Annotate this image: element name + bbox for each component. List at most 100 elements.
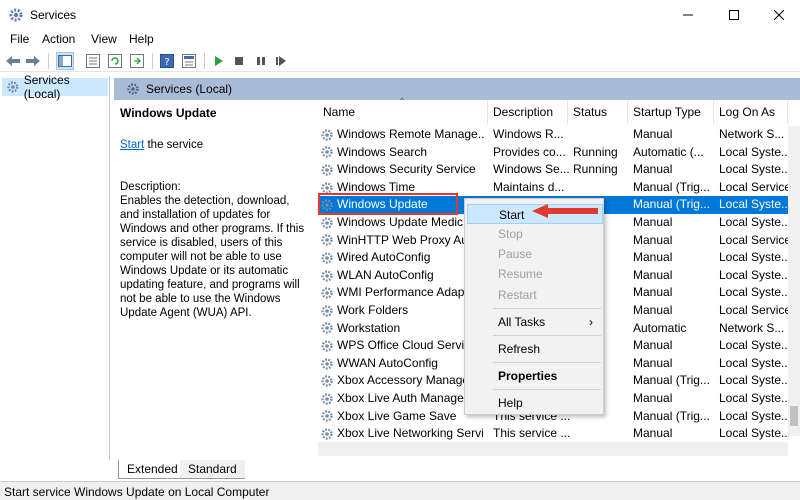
service-gear-icon	[321, 393, 333, 405]
annotation-highlight-box	[318, 193, 458, 215]
service-startup-cell: Manual	[633, 285, 673, 300]
vertical-scrollbar[interactable]	[788, 126, 800, 436]
tab-standard[interactable]: Standard	[180, 460, 245, 479]
horizontal-scrollbar[interactable]	[318, 442, 788, 456]
console-button[interactable]	[180, 52, 198, 70]
column-header-startup-type[interactable]: Startup Type	[628, 100, 714, 124]
service-description-cell: This service ...	[493, 426, 571, 441]
service-startup-cell: Manual (Trig...	[633, 408, 710, 423]
table-row[interactable]: Windows Security Service Windows Se... Run…	[318, 161, 789, 179]
show-hide-console-tree-button[interactable]	[56, 52, 74, 70]
chevron-right-icon: ›	[589, 315, 593, 329]
properties-icon	[86, 54, 100, 68]
sort-ascending-icon: ⌃	[398, 97, 407, 108]
start-service-link[interactable]: Start	[120, 139, 144, 151]
forward-button[interactable]	[24, 52, 42, 70]
service-startup-cell: Automatic (...	[633, 144, 704, 159]
context-menu-help[interactable]: Help	[467, 393, 603, 413]
restart-service-icon	[276, 56, 286, 66]
context-menu-separator	[493, 335, 601, 336]
menu-help[interactable]: Help	[129, 32, 154, 46]
pause-service-icon	[257, 57, 265, 65]
table-row[interactable]: Windows Search Provides co... Running Autom…	[318, 144, 789, 162]
service-startup-cell: Manual	[633, 127, 673, 141]
service-name-cell: WPS Office Cloud Service	[320, 337, 484, 355]
description-label: Description:	[120, 181, 181, 193]
tree-item-services-local[interactable]: Services (Local)	[2, 73, 108, 101]
service-name-cell: Xbox Live Auth Manager	[320, 390, 484, 408]
help-icon: ?	[160, 54, 174, 68]
service-startup-cell: Manual	[633, 426, 673, 441]
service-name-cell: Work Folders	[320, 302, 484, 320]
context-menu-properties[interactable]: Properties	[467, 366, 603, 386]
service-name-cell: Xbox Live Networking Service	[320, 425, 484, 443]
context-menu-resume[interactable]: Resume	[467, 264, 603, 284]
column-header-description[interactable]: Description	[488, 100, 568, 124]
service-name-cell: WWAN AutoConfig	[320, 355, 484, 373]
column-header-status[interactable]: Status	[568, 100, 628, 124]
service-title: Windows Update	[120, 106, 217, 120]
context-menu-all-tasks[interactable]: All Tasks ›	[467, 312, 603, 332]
context-menu-pause[interactable]: Pause	[467, 244, 603, 264]
service-logon-cell: Local Syste...	[719, 197, 789, 212]
service-gear-icon	[321, 129, 333, 141]
column-header-log-on-as[interactable]: Log On As	[714, 100, 788, 124]
help-button[interactable]: ?	[158, 52, 176, 70]
menu-action[interactable]: Action	[42, 32, 75, 46]
menu-file[interactable]: File	[10, 32, 29, 46]
show-hide-console-tree-icon	[58, 55, 72, 67]
service-status-cell	[573, 126, 631, 144]
service-details: Windows Update Start the service Descrip…	[114, 100, 314, 460]
export-list-button[interactable]	[128, 52, 146, 70]
service-description-cell: Provides co...	[493, 144, 566, 159]
service-gear-icon	[321, 146, 333, 159]
tree-item-label: Services (Local)	[23, 73, 70, 101]
service-startup-cell: Manual	[633, 162, 673, 177]
service-status-cell: Running	[573, 144, 618, 159]
context-menu-stop[interactable]: Stop	[467, 224, 603, 244]
service-startup-cell: Manual (Trig...	[633, 179, 710, 194]
service-name-cell: WinHTTP Web Proxy Auto	[320, 232, 484, 250]
back-button[interactable]	[4, 52, 22, 70]
services-gear-icon	[127, 83, 139, 95]
back-arrow-icon	[6, 56, 20, 66]
close-icon	[774, 10, 784, 20]
service-startup-cell: Automatic	[633, 320, 687, 335]
table-row[interactable]: Xbox Live Networking Service This service…	[318, 425, 789, 443]
column-header-name[interactable]: ⌃ Name	[318, 97, 488, 124]
service-description-cell: Windows Se...	[493, 162, 570, 177]
description-text: Enables the detection, download, and ins…	[120, 195, 305, 319]
properties-button[interactable]	[84, 52, 102, 70]
service-status-cell: Running	[573, 162, 618, 177]
pause-service-button[interactable]	[252, 52, 270, 70]
service-gear-icon	[321, 340, 333, 352]
service-logon-cell: Local Service	[719, 302, 789, 317]
stop-service-button[interactable]	[230, 52, 248, 70]
restart-service-button[interactable]	[272, 52, 290, 70]
tab-extended[interactable]: Extended	[118, 460, 187, 479]
start-suffix: the service	[144, 139, 204, 151]
window-title: Services	[30, 8, 77, 22]
minimize-icon	[683, 14, 693, 16]
context-menu-restart[interactable]: Restart	[467, 285, 603, 305]
context-menu-refresh[interactable]: Refresh	[467, 339, 603, 359]
service-logon-cell: Local Syste...	[719, 373, 789, 388]
context-menu-separator	[493, 308, 601, 309]
table-row[interactable]: Windows Remote Manage... Windows R... Manu…	[318, 126, 788, 144]
service-status-cell	[573, 179, 631, 197]
service-gear-icon	[321, 287, 333, 299]
vertical-scroll-thumb[interactable]	[790, 406, 798, 426]
service-name-cell: WLAN AutoConfig	[320, 267, 484, 285]
start-service-button[interactable]	[210, 52, 228, 70]
minimize-button[interactable]	[665, 0, 711, 30]
context-menu: Start Stop Pause Resume Restart All Task…	[464, 198, 604, 415]
close-button[interactable]	[756, 0, 800, 30]
service-gear-icon	[321, 269, 333, 282]
menu-view[interactable]: View	[91, 32, 117, 46]
refresh-button[interactable]	[106, 52, 124, 70]
maximize-button[interactable]	[711, 0, 757, 30]
menu-bar: File Action View Help	[0, 30, 800, 50]
service-name-cell: Windows Security Service	[320, 161, 484, 179]
service-startup-cell: Manual	[633, 250, 673, 265]
service-gear-icon	[321, 428, 333, 440]
